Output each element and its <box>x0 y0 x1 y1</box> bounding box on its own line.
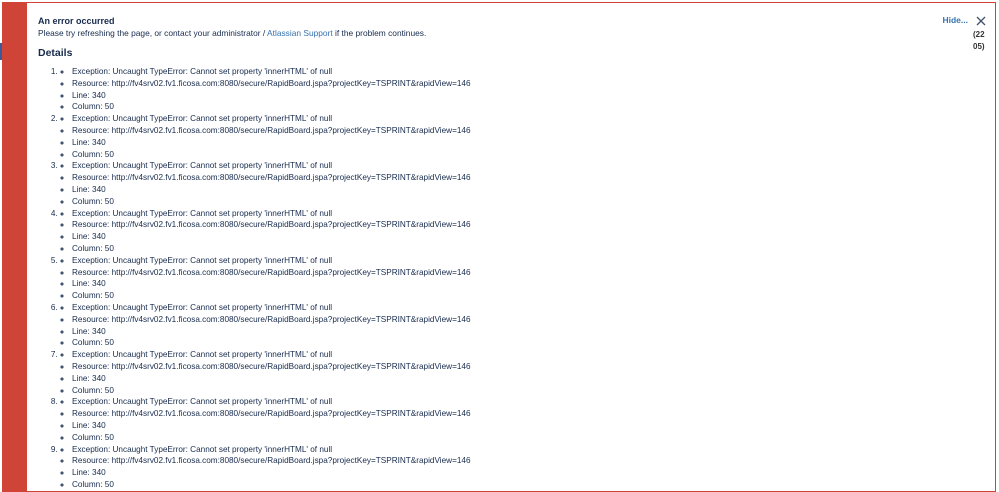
error-exception: Exception: Uncaught TypeError: Cannot se… <box>72 66 935 78</box>
error-column: Column: 50 <box>72 337 935 349</box>
error-flag-stripe <box>3 3 27 491</box>
error-item: Exception: Uncaught TypeError: Cannot se… <box>60 396 935 443</box>
error-properties: Exception: Uncaught TypeError: Cannot se… <box>70 396 935 443</box>
error-resource: Resource: http://fv4srv02.fv1.ficosa.com… <box>72 314 935 326</box>
error-line: Line: 340 <box>72 184 935 196</box>
error-line: Line: 340 <box>72 278 935 290</box>
error-resource: Resource: http://fv4srv02.fv1.ficosa.com… <box>72 219 935 231</box>
error-column: Column: 50 <box>72 101 935 113</box>
error-item: Exception: Uncaught TypeError: Cannot se… <box>60 66 935 113</box>
error-resource: Resource: http://fv4srv02.fv1.ficosa.com… <box>72 125 935 137</box>
error-flag-body: An error occurred Please try refreshing … <box>38 15 935 491</box>
error-item: Exception: Uncaught TypeError: Cannot se… <box>60 349 935 396</box>
error-item: Exception: Uncaught TypeError: Cannot se… <box>60 255 935 302</box>
details-heading: Details <box>38 47 73 59</box>
error-exception: Exception: Uncaught TypeError: Cannot se… <box>72 396 935 408</box>
error-properties: Exception: Uncaught TypeError: Cannot se… <box>70 113 935 160</box>
error-line: Line: 340 <box>72 420 935 432</box>
error-exception: Exception: Uncaught TypeError: Cannot se… <box>72 444 935 456</box>
error-column: Column: 50 <box>72 385 935 397</box>
error-line: Line: 340 <box>72 326 935 338</box>
error-exception: Exception: Uncaught TypeError: Cannot se… <box>72 349 935 361</box>
error-line: Line: 340 <box>72 373 935 385</box>
error-exception: Exception: Uncaught TypeError: Cannot se… <box>72 113 935 125</box>
error-resource: Resource: http://fv4srv02.fv1.ficosa.com… <box>72 361 935 373</box>
error-count: (2205) <box>973 30 985 51</box>
error-exception: Exception: Uncaught TypeError: Cannot se… <box>72 255 935 267</box>
error-resource: Resource: http://fv4srv02.fv1.ficosa.com… <box>72 78 935 90</box>
error-item: Exception: Uncaught TypeError: Cannot se… <box>60 160 935 207</box>
error-resource: Resource: http://fv4srv02.fv1.ficosa.com… <box>72 172 935 184</box>
error-resource: Resource: http://fv4srv02.fv1.ficosa.com… <box>72 455 935 467</box>
error-exception: Exception: Uncaught TypeError: Cannot se… <box>72 160 935 172</box>
error-properties: Exception: Uncaught TypeError: Cannot se… <box>70 66 935 113</box>
error-line: Line: 340 <box>72 90 935 102</box>
error-resource: Resource: http://fv4srv02.fv1.ficosa.com… <box>72 267 935 279</box>
error-line: Line: 340 <box>72 467 935 479</box>
error-resource: Resource: http://fv4srv02.fv1.ficosa.com… <box>72 408 935 420</box>
error-item: Exception: Uncaught TypeError: Cannot se… <box>60 444 935 491</box>
error-item: Exception: Uncaught TypeError: Cannot se… <box>60 113 935 160</box>
error-properties: Exception: Uncaught TypeError: Cannot se… <box>70 302 935 349</box>
error-properties: Exception: Uncaught TypeError: Cannot se… <box>70 208 935 255</box>
error-column: Column: 50 <box>72 479 935 491</box>
error-list: Exception: Uncaught TypeError: Cannot se… <box>38 66 935 491</box>
error-title: An error occurred <box>38 16 115 26</box>
error-line: Line: 340 <box>72 231 935 243</box>
error-message-prefix: Please try refreshing the page, or conta… <box>38 28 268 38</box>
error-item: Exception: Uncaught TypeError: Cannot se… <box>60 208 935 255</box>
atlassian-support-link[interactable]: Atlassian Support <box>267 28 333 38</box>
error-properties: Exception: Uncaught TypeError: Cannot se… <box>70 349 935 396</box>
error-properties: Exception: Uncaught TypeError: Cannot se… <box>70 444 935 491</box>
error-line: Line: 340 <box>72 137 935 149</box>
error-item: Exception: Uncaught TypeError: Cannot se… <box>60 302 935 349</box>
error-exception: Exception: Uncaught TypeError: Cannot se… <box>72 208 935 220</box>
close-icon[interactable] <box>976 16 986 26</box>
error-column: Column: 50 <box>72 243 935 255</box>
error-column: Column: 50 <box>72 196 935 208</box>
error-message-suffix: if the problem continues. <box>332 28 427 38</box>
error-message: Please try refreshing the page, or conta… <box>38 27 935 39</box>
error-properties: Exception: Uncaught TypeError: Cannot se… <box>70 160 935 207</box>
hide-details-link[interactable]: Hide... <box>942 15 968 25</box>
error-column: Column: 50 <box>72 432 935 444</box>
error-properties: Exception: Uncaught TypeError: Cannot se… <box>70 255 935 302</box>
error-flag: An error occurred Please try refreshing … <box>2 2 996 492</box>
error-exception: Exception: Uncaught TypeError: Cannot se… <box>72 302 935 314</box>
error-column: Column: 50 <box>72 149 935 161</box>
error-column: Column: 50 <box>72 290 935 302</box>
